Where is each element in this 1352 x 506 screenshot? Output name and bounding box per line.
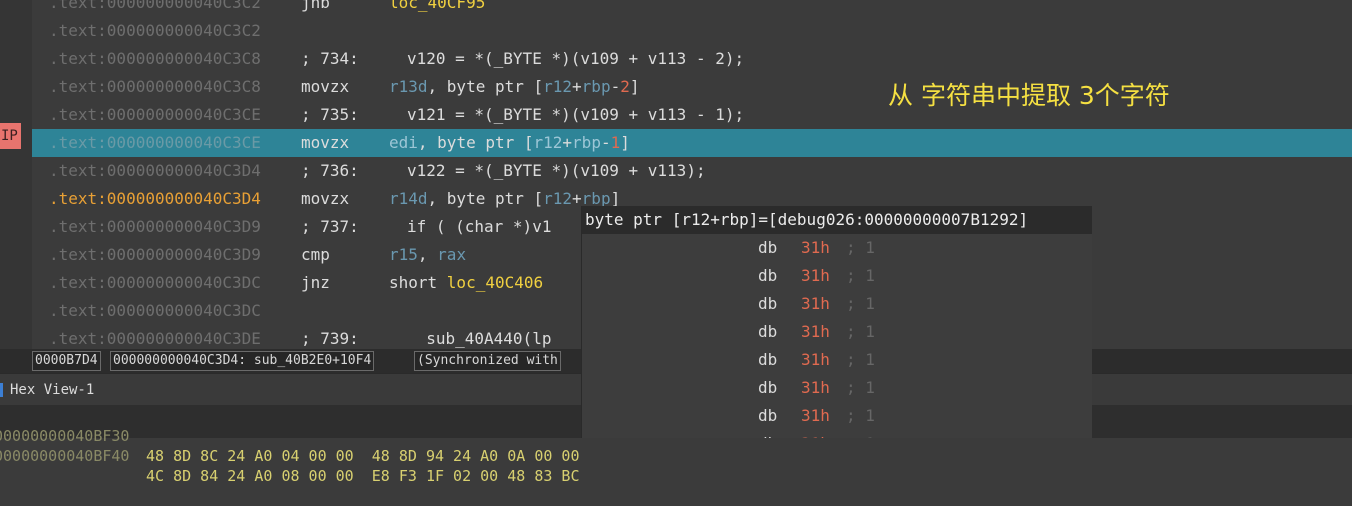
line-address: .text:000000000040C3C8 [49,77,261,96]
line-address: .text:000000000040C3CE [49,105,261,124]
byte-comment: ; 1 [846,350,875,369]
line-address: .text:000000000040C3DC [49,301,261,320]
hex-view-title: Hex View-1 [10,382,95,398]
pseudocode-comment: ; 739: sub_40A440(lp [301,329,552,348]
tooltip-data-row: db 31h ; 1 [582,262,1092,290]
byte-comment: ; 1 [846,238,875,257]
db-directive: db [758,238,778,257]
tooltip-data-row: db 31h ; 1 [582,290,1092,318]
byte-value: 31h [801,238,830,257]
byte-value: 31h [801,350,830,369]
instruction-mnemonic: movzx [301,189,350,208]
line-address: .text:000000000040C3D4 [49,161,261,180]
pseudocode-comment: ; 734: v120 = *(_BYTE *)(v109 + v113 - 2… [301,49,745,68]
byte-value: 31h [801,406,830,425]
current-instruction-line[interactable]: .text:000000000040C3CE movzx edi, byte ptr… [32,129,1352,157]
instruction-operands: short loc_40C406 [389,273,544,292]
byte-comment: ; 1 [846,378,875,397]
db-directive: db [758,378,778,397]
pseudocode-comment: ; 737: if ( (char *)v1 [301,217,552,236]
db-directive: db [758,294,778,313]
line-address: .text:000000000040C3C2 [49,21,261,40]
byte-value: 31h [801,430,830,438]
status-location: 000000000040C3D4: sub_40B2E0+10F4 [110,351,375,371]
hex-row-address: 00000000040BF40 [0,447,130,465]
tooltip-data-row: db 31h ; 1 [582,234,1092,262]
hex-row[interactable]: 00000000040BF40 4C 8D 84 24 A0 08 00 00 … [0,426,579,485]
byte-comment: ; 1 [846,430,875,438]
annotation-text: 从 字符串中提取 3个字符 [888,81,1170,110]
line-address: .text:000000000040C3DC [49,273,261,292]
instruction-operands: r13d, byte ptr [r12+rbp-2] [389,77,640,96]
status-offset: 0000B7D4 [32,351,101,371]
instruction-pointer-badge: IP [0,123,21,149]
instruction-operands: loc_40CF95 [389,0,486,12]
tooltip-data-row: db 31h ; 1 [582,430,1092,438]
byte-value: 31h [801,322,830,341]
db-directive: db [758,350,778,369]
db-directive: db [758,406,778,425]
hex-row-bytes: 4C 8D 84 24 A0 08 00 00 E8 F3 1F 02 00 4… [146,467,580,485]
byte-comment: ; 1 [846,322,875,341]
instruction-mnemonic: jnb [301,0,330,12]
tooltip-data-row: db 31h ; 1 [582,402,1092,430]
byte-comment: ; 1 [846,406,875,425]
code-line[interactable]: .text:000000000040C3C2 jnb loc_40CF95 [32,0,1352,17]
instruction-operands: r15, rax [389,245,467,264]
byte-comment: ; 1 [846,266,875,285]
instruction-mnemonic: jnz [301,273,330,292]
code-line[interactable]: .text:000000000040C3C8 ; 734: v120 = *(_B… [32,45,1352,73]
code-line[interactable]: .text:000000000040C3D4 ; 736: v122 = *(_B… [32,157,1352,185]
instruction-mnemonic: movzx [301,133,350,152]
line-address: .text:000000000040C3DE [49,329,261,348]
breakpoint-gutter[interactable] [0,0,32,349]
byte-comment: ; 1 [846,294,875,313]
pseudocode-comment: ; 735: v121 = *(_BYTE *)(v109 + v113 - 1… [301,105,745,124]
instruction-mnemonic: cmp [301,245,330,264]
tooltip-data-row: db 31h ; 1 [582,374,1092,402]
byte-value: 31h [801,294,830,313]
byte-value: 31h [801,378,830,397]
line-address: .text:000000000040C3D9 [49,217,261,236]
tooltip-header: byte ptr [r12+rbp]=[debug026:00000000007… [582,206,1092,234]
status-sync: (Synchronized with [414,351,561,371]
line-address: .text:000000000040C3C8 [49,49,261,68]
line-address: .text:000000000040C3D4 [49,189,261,208]
line-address: .text:000000000040C3D9 [49,245,261,264]
instruction-mnemonic: movzx [301,77,350,96]
hover-tooltip: byte ptr [r12+rbp]=[debug026:00000000007… [581,206,1092,438]
tooltip-data-row: db 31h ; 1 [582,318,1092,346]
byte-value: 31h [801,266,830,285]
pseudocode-comment: ; 736: v122 = *(_BYTE *)(v109 + v113); [301,161,706,180]
tooltip-data-row: db 31h ; 1 [582,346,1092,374]
line-address: .text:000000000040C3CE [49,133,261,152]
db-directive: db [758,430,777,438]
hex-row-bytes: 48 8D 8C 24 A0 04 00 00 48 8D 94 24 A0 0… [146,447,580,465]
db-directive: db [758,322,778,341]
code-line[interactable]: .text:000000000040C3C2 [32,17,1352,45]
line-address: .text:000000000040C3C2 [49,0,261,12]
hex-row[interactable]: 00000000040BF30 48 8D 8C 24 A0 04 00 00 … [0,406,579,465]
tab-marker-icon [0,383,3,397]
instruction-operands: edi, byte ptr [r12+rbp-1] [389,133,630,152]
db-directive: db [758,266,778,285]
